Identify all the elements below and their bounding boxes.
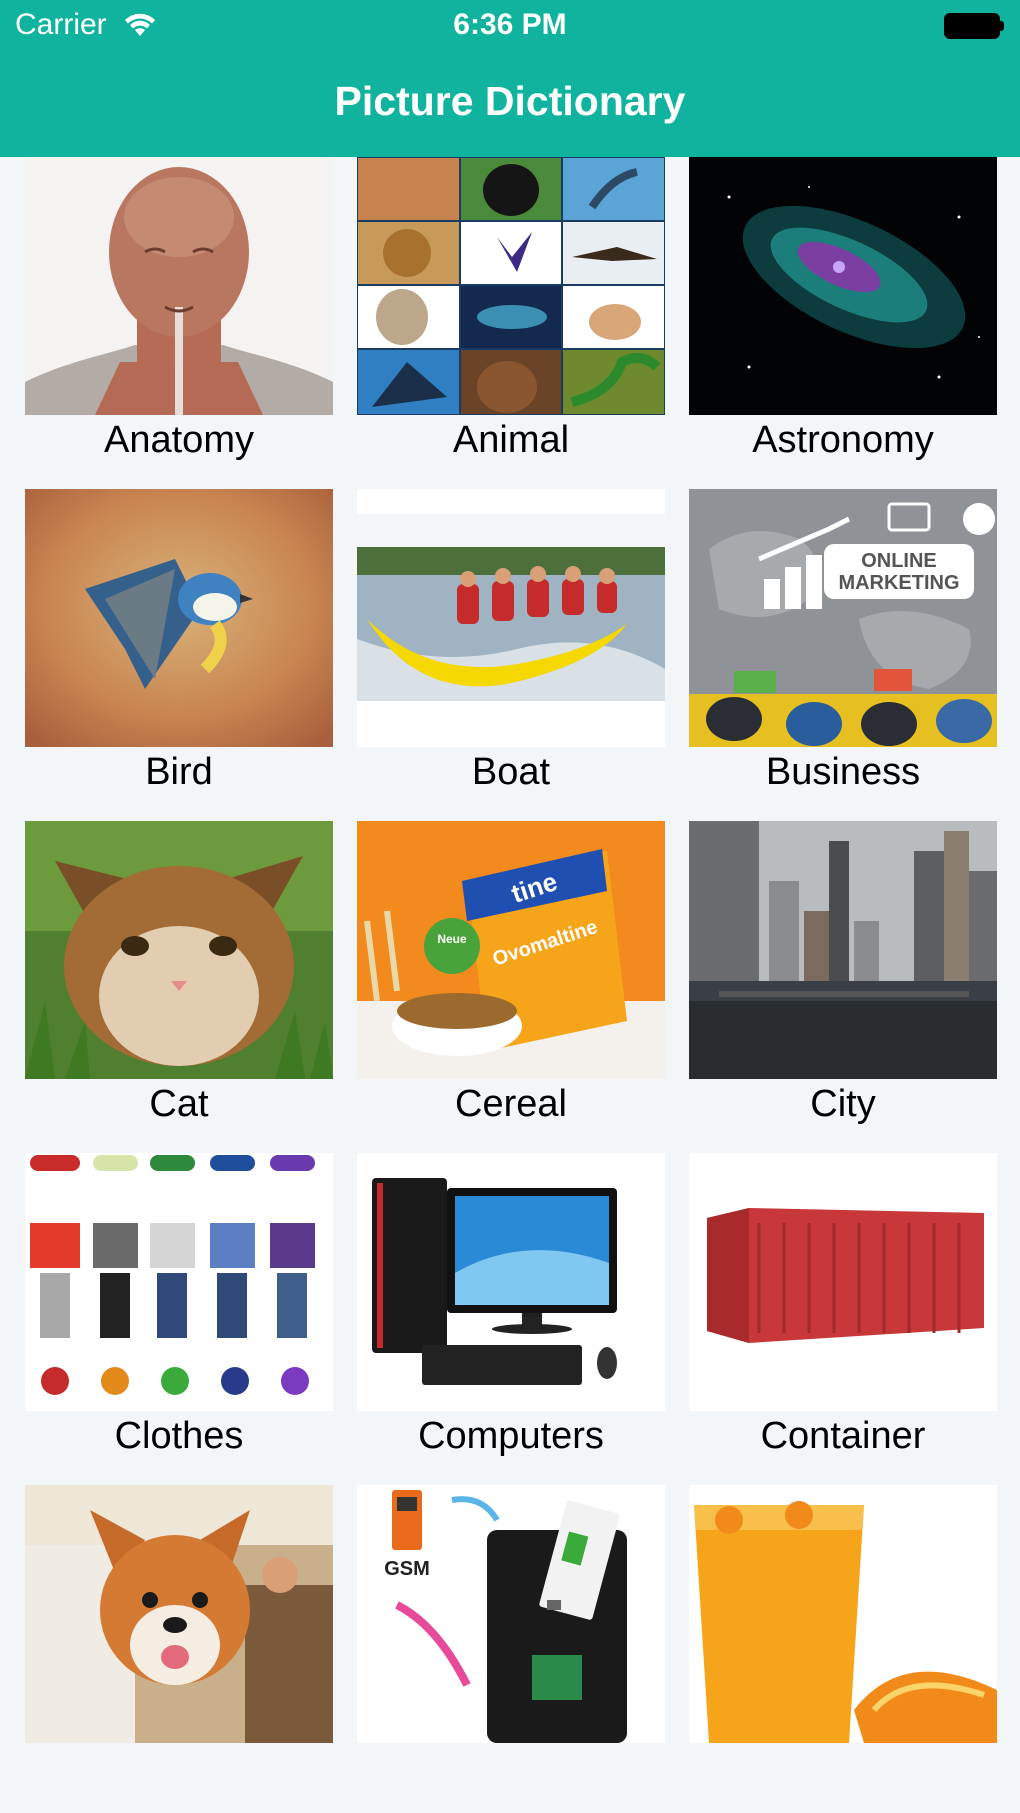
page-title: Picture Dictionary [334,78,686,124]
category-astronomy[interactable]: Astronomy [689,157,997,477]
category-label: Cereal [455,1083,567,1125]
galaxy-image [689,157,997,415]
online-marketing-image: ONLINE MARKETING [689,489,997,747]
category-label: Computers [418,1415,604,1457]
header: Carrier 6:36 PM Picture Dictionary [0,0,1020,157]
category-label: Anatomy [104,419,254,461]
category-computers[interactable]: Computers [357,1153,665,1473]
svg-text:Neue: Neue [437,932,467,946]
clothes-image [25,1153,333,1411]
category-container[interactable]: Container [689,1153,997,1473]
category-label: Boat [471,751,551,793]
banana-boat-image [357,489,665,747]
category-label: City [810,1083,876,1125]
status-bar: Carrier 6:36 PM [0,0,1020,52]
category-label: Container [760,1415,926,1457]
category-gsm[interactable]: GSM [357,1485,665,1805]
orange-juice-image [689,1485,997,1743]
category-boat[interactable]: Boat [357,489,665,809]
category-label: Business [765,751,921,793]
cereal-box-image: tine Ovomaltine Neue [357,821,665,1079]
category-label: Clothes [114,1415,244,1457]
bird-image [25,489,333,747]
battery-icon [944,13,1004,39]
shipping-container-image [689,1153,997,1411]
category-business[interactable]: ONLINE MARKETING Business [689,489,997,809]
category-label: Animal [452,419,570,461]
animal-collage-image [357,157,665,415]
city-skyline-image [689,821,997,1079]
category-cereal[interactable]: tine Ovomaltine Neue Cereal [357,821,665,1141]
category-clothes[interactable]: Clothes [25,1153,333,1473]
gsm-device-image: GSM [357,1485,665,1743]
category-anatomy[interactable]: Anatomy [25,157,333,477]
category-city[interactable]: City [689,821,997,1141]
puppy-image [25,1485,333,1743]
desktop-computer-image [357,1153,665,1411]
category-cat[interactable]: Cat [25,821,333,1141]
category-bird[interactable]: Bird [25,489,333,809]
kitten-image [25,821,333,1079]
category-juice[interactable] [689,1485,997,1805]
svg-text:MARKETING: MARKETING [838,572,959,594]
category-label: Bird [145,751,213,793]
status-time: 6:36 PM [453,8,567,41]
category-dog[interactable] [25,1485,333,1805]
svg-text:ONLINE: ONLINE [861,550,937,572]
category-animal[interactable]: Animal [357,157,665,477]
category-label: Cat [149,1083,209,1125]
anatomy-image [25,157,333,415]
category-label: Astronomy [752,419,934,461]
svg-text:GSM: GSM [384,1558,430,1580]
